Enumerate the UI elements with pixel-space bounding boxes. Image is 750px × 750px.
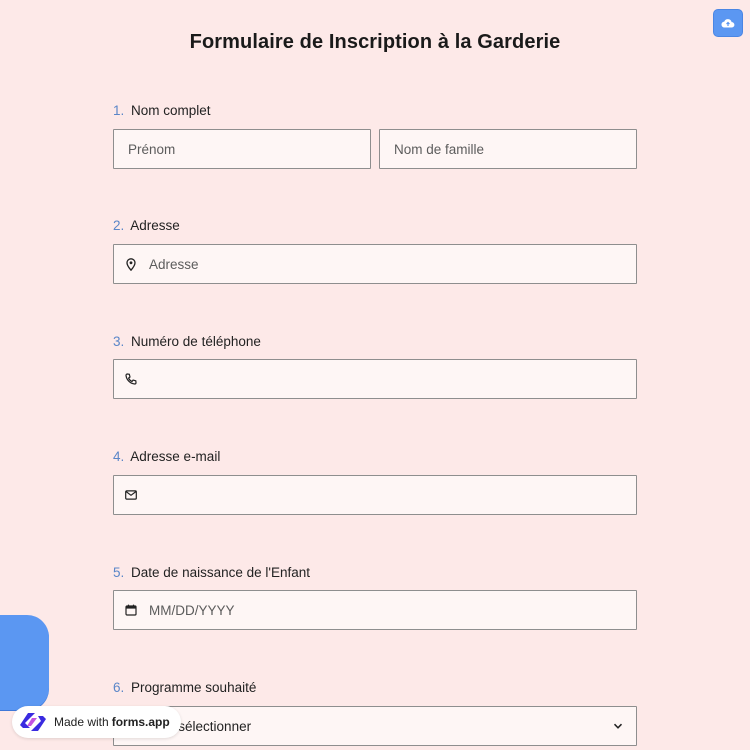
question-label-program: 6. Programme souhaité	[113, 680, 256, 695]
question-text: Programme souhaité	[131, 680, 257, 695]
question-text: Numéro de téléphone	[131, 334, 261, 349]
question-text: Adresse e-mail	[130, 449, 221, 464]
question-label-birthdate: 5. Date de naissance de l'Enfant	[113, 565, 310, 580]
address-placeholder: Adresse	[149, 256, 199, 272]
question-label-address: 2. Adresse	[113, 218, 180, 233]
question-number: 2.	[113, 218, 125, 233]
question-label-email: 4. Adresse e-mail	[113, 449, 220, 464]
address-input[interactable]: Adresse	[113, 244, 637, 284]
birthdate-input[interactable]: MM/DD/YYYY	[113, 590, 637, 630]
form-title: Formulaire de Inscription à la Garderie	[189, 31, 561, 53]
mail-icon	[125, 490, 137, 500]
cloud-upload-icon	[721, 19, 735, 28]
question-label-phone: 3. Numéro de téléphone	[113, 334, 261, 349]
question-number: 4.	[113, 449, 125, 464]
question-number: 6.	[113, 680, 125, 695]
question-label-full-name: 1. Nom complet	[113, 103, 211, 118]
phone-input[interactable]	[113, 359, 637, 399]
phone-icon	[125, 373, 137, 385]
question-text: Nom complet	[131, 103, 211, 118]
last-name-placeholder: Nom de famille	[394, 141, 485, 157]
email-input[interactable]	[113, 475, 637, 515]
question-text: Date de naissance de l'Enfant	[131, 565, 310, 580]
chevron-down-icon	[613, 723, 623, 729]
forms-app-logo-icon	[20, 713, 46, 731]
first-name-input[interactable]: Prénom	[113, 129, 371, 169]
badge-prefix: Made with	[54, 715, 109, 729]
question-number: 1.	[113, 103, 125, 118]
made-with-badge[interactable]: Made with forms.app	[12, 706, 181, 738]
floating-help-tab[interactable]	[0, 615, 49, 710]
first-name-placeholder: Prénom	[128, 141, 176, 157]
location-pin-icon	[126, 257, 136, 271]
question-text: Adresse	[130, 218, 180, 233]
last-name-input[interactable]: Nom de famille	[379, 129, 637, 169]
question-number: 3.	[113, 334, 125, 349]
calendar-icon	[125, 604, 137, 616]
program-select[interactable]: Veuillez sélectionner	[113, 706, 637, 746]
birthdate-placeholder: MM/DD/YYYY	[149, 602, 235, 618]
question-number: 5.	[113, 565, 125, 580]
badge-brand: forms.app	[111, 715, 170, 729]
